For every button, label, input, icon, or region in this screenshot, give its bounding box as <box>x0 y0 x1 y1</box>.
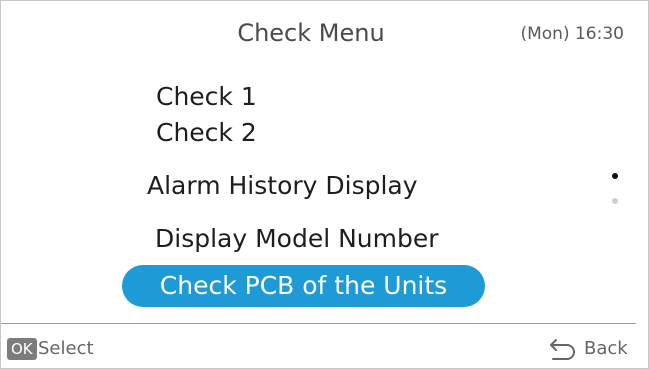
menu-item-check-2[interactable]: Check 2 <box>156 118 257 147</box>
menu-item-check-pcb-selected[interactable]: Check PCB of the Units <box>122 265 485 307</box>
back-hint-label[interactable]: Back <box>584 338 628 360</box>
clock-display: (Mon) 16:30 <box>520 24 624 44</box>
menu-item-alarm-history-display[interactable]: Alarm History Display <box>147 171 418 200</box>
page-indicator-dot-active <box>612 173 618 179</box>
page-indicator-dot-inactive <box>612 198 618 204</box>
menu-item-display-model-number[interactable]: Display Model Number <box>155 224 439 253</box>
check-menu-screen: Check Menu (Mon) 16:30 Check 1 Check 2 A… <box>0 0 649 369</box>
select-hint-label: Select <box>38 338 94 359</box>
ok-key-icon[interactable]: OK <box>7 338 37 360</box>
footer-divider <box>1 323 636 324</box>
menu-item-check-1[interactable]: Check 1 <box>156 82 257 111</box>
back-arrow-icon[interactable] <box>547 337 577 361</box>
